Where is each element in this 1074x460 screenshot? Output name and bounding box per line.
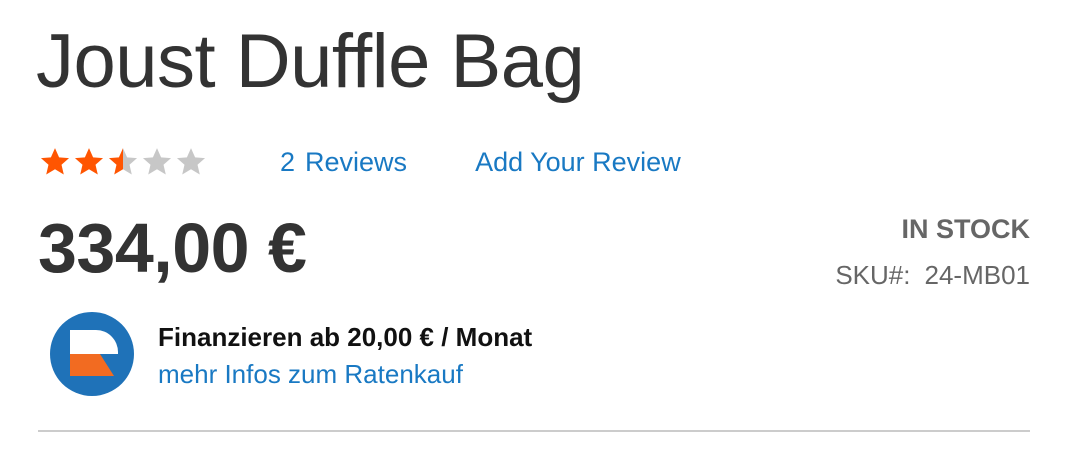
financing-text: Finanzieren ab 20,00 € / Monat mehr Info… <box>158 317 532 391</box>
divider <box>38 430 1030 432</box>
reviews-label: Reviews <box>305 147 408 177</box>
rating-stars <box>38 145 208 179</box>
product-price: 334,00 € <box>38 209 307 287</box>
stock-status: IN STOCK <box>901 214 1030 244</box>
add-review-link[interactable]: Add Your Review <box>475 140 681 184</box>
sku-value: 24-MB01 <box>924 260 1031 290</box>
star-icon <box>176 148 206 175</box>
sku-label: SKU#: <box>835 260 911 290</box>
financing-title: Finanzieren ab 20,00 € / Monat <box>158 322 533 352</box>
financing-info-link[interactable]: mehr Infos zum Ratenkauf <box>158 357 532 391</box>
product-info-panel: Joust Duffle Bag 2 Reviews Add Your Revi… <box>0 0 1074 460</box>
star-icon <box>142 148 172 175</box>
ratenkauf-logo-icon <box>50 312 134 396</box>
reviews-count: 2 <box>280 147 296 177</box>
financing-block: Finanzieren ab 20,00 € / Monat mehr Info… <box>50 312 532 396</box>
star-icon <box>108 148 138 175</box>
star-icon <box>40 148 70 175</box>
rating-row: 2 Reviews Add Your Review <box>38 140 681 184</box>
product-title: Joust Duffle Bag <box>36 19 585 104</box>
reviews-link[interactable]: 2 Reviews <box>280 140 407 184</box>
star-icon <box>74 148 104 175</box>
product-sku: SKU#: 24-MB01 <box>835 260 1030 291</box>
